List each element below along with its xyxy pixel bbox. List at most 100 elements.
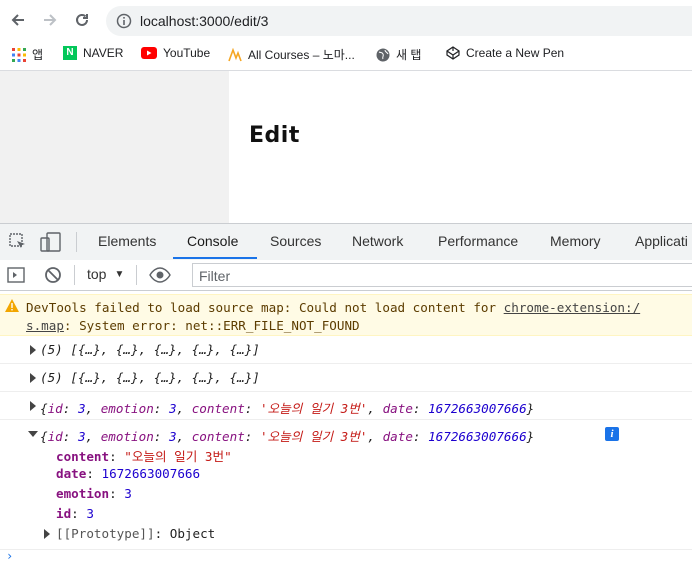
bookmark-youtube[interactable]: YouTube: [141, 46, 210, 60]
object-summary: {id: 3, emotion: 3, content: '오늘의 일기 3번'…: [40, 401, 535, 416]
tab-application[interactable]: Applicati: [635, 233, 688, 249]
info-icon[interactable]: [116, 13, 132, 29]
key: emotion: [56, 486, 110, 501]
sidebar-toggle-icon[interactable]: [7, 266, 25, 284]
key: [[Prototype]]: [56, 526, 155, 541]
value: 3: [168, 429, 177, 444]
bookmark-naver[interactable]: N NAVER: [63, 46, 123, 60]
apps-grid-icon: [12, 47, 26, 62]
browser-toolbar: localhost:3000/edit/3: [0, 0, 692, 40]
property-row: id: 3: [56, 506, 94, 521]
expand-caret-icon[interactable]: [30, 401, 36, 411]
key: emotion: [100, 429, 154, 444]
console-output: DevTools failed to load source map: Coul…: [0, 291, 692, 563]
device-toolbar-icon[interactable]: [40, 231, 62, 253]
filter-input[interactable]: Filter: [192, 263, 692, 287]
bookmark-label: Create a New Pen: [466, 46, 565, 60]
tab-sources[interactable]: Sources: [270, 233, 321, 249]
clear-console-icon[interactable]: [44, 266, 62, 284]
value: 1672663007666: [428, 401, 527, 416]
divider: [74, 265, 75, 285]
warning-text: DevTools failed to load source map: Coul…: [26, 300, 504, 315]
warning-line-2: s.map: System error: net::ERR_FILE_NOT_F…: [26, 318, 360, 333]
bookmark-label: YouTube: [163, 46, 211, 60]
bookmarks-bar: 앱 N NAVER YouTube All Courses – 노마... 새 …: [0, 40, 692, 71]
filter-placeholder: Filter: [199, 268, 231, 284]
console-log-row-expanded[interactable]: {id: 3, emotion: 3, content: '오늘의 일기 3번'…: [0, 420, 692, 548]
value: 3: [77, 429, 86, 444]
key: date: [382, 401, 413, 416]
key: date: [382, 429, 413, 444]
warning-text: : System error: net::ERR_FILE_NOT_FOUND: [63, 318, 360, 333]
key: id: [47, 401, 63, 416]
expand-caret-icon[interactable]: [30, 373, 36, 383]
bookmark-label: NAVER: [83, 46, 124, 60]
value: 3: [168, 401, 177, 416]
value: 3: [86, 506, 94, 521]
devtools-tabbar: Elements Console Sources Network Perform…: [0, 223, 692, 261]
key: content: [191, 429, 245, 444]
forward-icon[interactable]: [40, 10, 60, 30]
context-selector[interactable]: top ▼: [87, 266, 124, 282]
property-row: content: "오늘의 일기 3번": [56, 449, 232, 464]
active-tab-indicator: [173, 257, 257, 259]
log-text: (5) [{…}, {…}, {…}, {…}, {…}]: [40, 370, 260, 385]
codepen-icon: [446, 46, 460, 60]
info-badge-icon[interactable]: i: [605, 427, 619, 441]
bookmark-label: 새 탭: [396, 48, 422, 62]
tab-console[interactable]: Console: [187, 233, 238, 249]
console-prompt-icon[interactable]: ›: [6, 549, 13, 563]
key: id: [56, 506, 72, 521]
value: '오늘의 일기 3번': [259, 429, 368, 444]
divider: [76, 232, 77, 252]
nomad-icon: [228, 47, 242, 61]
source-link[interactable]: s.map: [26, 318, 64, 333]
tab-network[interactable]: Network: [352, 233, 403, 249]
source-link[interactable]: chrome-extension:/: [504, 300, 640, 315]
log-text: (5) [{…}, {…}, {…}, {…}, {…}]: [40, 342, 260, 357]
back-icon[interactable]: [8, 10, 28, 30]
collapse-caret-icon[interactable]: [28, 431, 38, 437]
url-text: localhost:3000/edit/3: [140, 13, 269, 29]
console-warning: DevTools failed to load source map: Coul…: [0, 294, 692, 336]
key: emotion: [100, 401, 154, 416]
page-title: Edit: [249, 123, 300, 148]
value: 3: [124, 486, 132, 501]
tab-elements[interactable]: Elements: [98, 233, 156, 249]
bookmark-apps[interactable]: 앱: [12, 46, 43, 63]
page-viewport: Edit: [0, 71, 692, 223]
page-content: Edit: [229, 71, 692, 223]
youtube-icon: [141, 47, 157, 59]
divider: [0, 549, 692, 550]
bookmark-nomad[interactable]: All Courses – 노마...: [228, 46, 355, 63]
bookmark-newtab[interactable]: 새 탭: [376, 46, 421, 63]
console-toolbar: top ▼ Filter: [0, 260, 692, 291]
globe-icon: [376, 48, 390, 61]
dropdown-arrow-icon: ▼: [114, 268, 125, 280]
bookmark-codepen[interactable]: Create a New Pen: [446, 46, 564, 60]
reload-icon[interactable]: [72, 10, 92, 30]
value: "오늘의 일기 3번": [124, 449, 232, 464]
key: id: [47, 429, 63, 444]
tab-memory[interactable]: Memory: [550, 233, 601, 249]
console-log-row[interactable]: (5) [{…}, {…}, {…}, {…}, {…}]: [0, 364, 692, 392]
tab-performance[interactable]: Performance: [438, 233, 518, 249]
console-log-row[interactable]: (5) [{…}, {…}, {…}, {…}, {…}]: [0, 336, 692, 364]
bookmark-label: All Courses – 노마...: [248, 48, 355, 62]
value: Object: [169, 526, 216, 541]
console-log-row[interactable]: {id: 3, emotion: 3, content: '오늘의 일기 3번'…: [0, 392, 692, 420]
value: '오늘의 일기 3번': [259, 401, 368, 416]
eye-icon[interactable]: [149, 267, 171, 283]
warning-line-1: DevTools failed to load source map: Coul…: [26, 300, 640, 315]
key: date: [56, 466, 87, 481]
inspect-element-icon[interactable]: [9, 233, 27, 251]
naver-icon: N: [63, 46, 77, 60]
expand-caret-icon[interactable]: [30, 345, 36, 355]
prototype-row[interactable]: [[Prototype]]: Object: [44, 526, 216, 541]
warning-icon: [5, 299, 19, 312]
address-bar[interactable]: localhost:3000/edit/3: [106, 6, 692, 36]
divider: [136, 265, 137, 285]
object-summary: {id: 3, emotion: 3, content: '오늘의 일기 3번'…: [40, 429, 535, 444]
expand-caret-icon[interactable]: [44, 529, 50, 539]
key: content: [56, 449, 110, 464]
